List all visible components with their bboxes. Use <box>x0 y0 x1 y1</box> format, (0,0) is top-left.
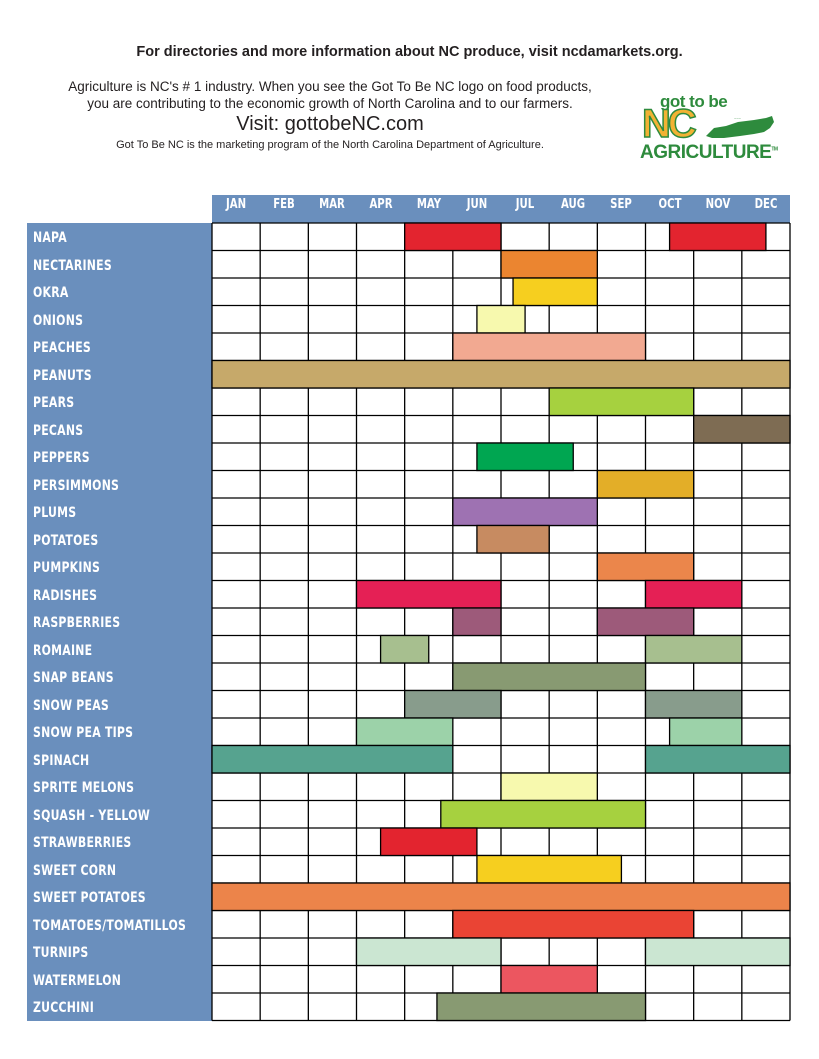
season-bar <box>452 332 647 362</box>
season-bar <box>404 222 502 252</box>
season-bar <box>596 607 695 637</box>
season-bar <box>644 937 791 967</box>
season-bar <box>440 799 647 829</box>
season-bar <box>452 662 647 692</box>
season-bar <box>500 964 598 994</box>
season-bar <box>512 277 598 307</box>
season-bar <box>668 222 767 252</box>
season-bar <box>211 359 791 389</box>
season-bar <box>452 607 502 637</box>
season-bar <box>211 744 454 774</box>
season-bar <box>500 249 598 279</box>
season-bar <box>452 497 598 527</box>
season-bar <box>644 579 743 609</box>
season-bar <box>379 634 430 664</box>
season-bar <box>668 717 743 747</box>
season-bar <box>596 552 695 582</box>
season-bar <box>596 469 695 499</box>
season-bar <box>644 744 791 774</box>
season-bar <box>404 689 502 719</box>
season-bar <box>476 524 550 554</box>
season-bar <box>436 992 647 1022</box>
season-bar <box>644 634 743 664</box>
season-bar <box>452 909 695 939</box>
season-bar <box>211 882 791 912</box>
season-bar <box>355 579 502 609</box>
season-bar <box>476 304 526 334</box>
season-bar <box>500 772 598 802</box>
season-bar <box>476 854 623 884</box>
season-bar <box>476 442 574 472</box>
season-bar <box>644 689 743 719</box>
season-bar <box>355 937 502 967</box>
season-bar <box>379 827 478 857</box>
availability-grid <box>211 222 791 1022</box>
season-bar <box>548 387 695 417</box>
season-bar <box>693 414 791 444</box>
season-bar <box>355 717 454 747</box>
